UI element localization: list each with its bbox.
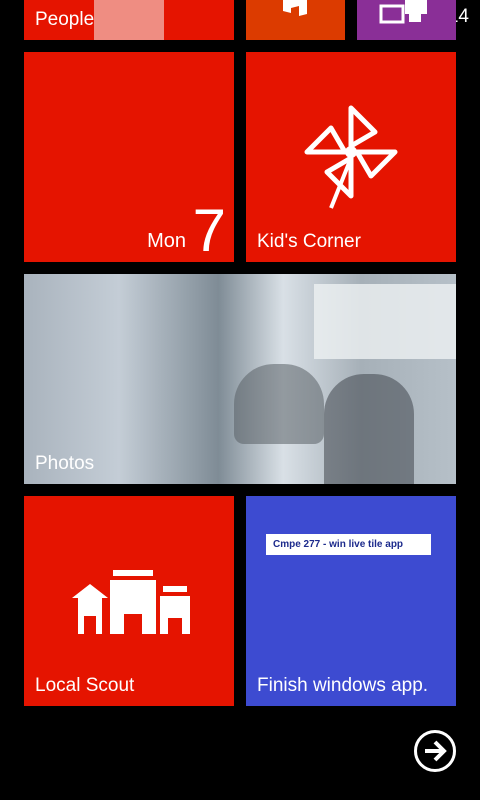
people-tile-label: People	[35, 9, 95, 30]
photo-shadow-figure	[234, 364, 324, 444]
messaging-tile[interactable]	[357, 0, 456, 40]
kids-corner-label: Kid's Corner	[257, 231, 361, 252]
photo-window-frame	[314, 284, 456, 359]
buildings-icon	[72, 570, 190, 634]
people-photo	[94, 0, 164, 40]
local-scout-tile[interactable]: Local Scout	[24, 496, 234, 706]
photos-label: Photos	[35, 453, 95, 474]
photo-shadow-figure-2	[324, 374, 414, 484]
calendar-day: Mon	[147, 230, 186, 252]
messaging-icon	[379, 0, 427, 24]
pinwheel-icon	[304, 105, 398, 209]
arrow-right-circle-icon	[425, 740, 447, 762]
people-tile[interactable]: People	[24, 0, 234, 40]
kids-corner-tile[interactable]: Kid's Corner	[246, 52, 456, 262]
photos-tile[interactable]: Photos	[24, 274, 456, 484]
office-icon	[283, 0, 307, 16]
finish-app-label: Finish windows app.	[257, 675, 429, 696]
finish-app-tile[interactable]: Cmpe 277 - win live tile app Finish wind…	[246, 496, 456, 706]
calendar-tile[interactable]: Mon 7	[24, 52, 234, 262]
calendar-date: 7	[192, 197, 226, 262]
app-list-button[interactable]	[414, 730, 456, 772]
live-tile-note: Cmpe 277 - win live tile app	[266, 534, 431, 555]
office-tile[interactable]	[246, 0, 345, 40]
local-scout-label: Local Scout	[35, 675, 135, 696]
